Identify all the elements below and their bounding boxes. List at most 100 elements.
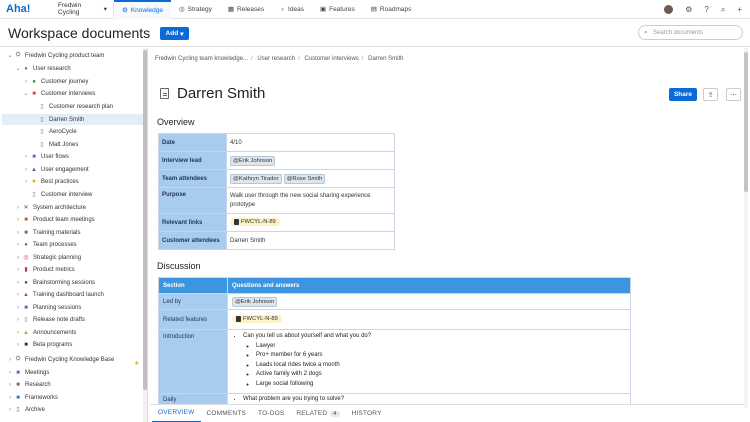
sidebar-item[interactable]: ›■Frameworks <box>0 392 143 403</box>
chevron-right-icon[interactable]: › <box>14 230 22 236</box>
tab-related[interactable]: RELATED 4 <box>290 405 345 422</box>
workspace-select[interactable]: Fredwin Cycling ▾ <box>52 2 114 17</box>
search-documents-input[interactable]: ⌕ Search documents <box>638 25 743 40</box>
breadcrumb-item[interactable]: Fredwin Cycling team knowledge... <box>155 56 248 62</box>
sidebar-item[interactable]: ⌄⛭Fredwin Cycling product team <box>0 50 143 61</box>
table-cell[interactable]: @Kathryn Tirador@Rose Smith <box>227 170 395 188</box>
sidebar-item[interactable]: ›■Meetings <box>0 367 143 378</box>
chevron-right-icon[interactable]: › <box>6 370 14 376</box>
sidebar-item[interactable]: ⌄●User research <box>0 63 143 74</box>
sidebar-item[interactable]: ›■Product team meetings <box>0 214 143 225</box>
chevron-right-icon[interactable]: › <box>6 407 14 413</box>
sidebar-item[interactable]: ›▲Training dashboard launch <box>0 289 143 300</box>
tab-roadmaps[interactable]: ▤ Roadmaps <box>363 0 420 19</box>
sidebar-scrollbar[interactable] <box>143 48 147 422</box>
chevron-right-icon[interactable]: › <box>14 242 22 248</box>
tab-strategy[interactable]: ◎ Strategy <box>171 0 220 19</box>
user-mention[interactable]: @Erik Johnson <box>232 297 277 307</box>
chevron-right-icon[interactable]: › <box>6 357 14 363</box>
tab-todos[interactable]: TO-DOS <box>252 405 290 422</box>
chevron-right-icon[interactable]: › <box>6 382 14 388</box>
sidebar-item[interactable]: ›▲User engagement <box>0 164 143 175</box>
chevron-right-icon[interactable]: › <box>22 154 30 160</box>
sidebar-item[interactable]: ›■User flows <box>0 151 143 162</box>
sidebar-item[interactable]: ›▯Archive <box>0 404 143 415</box>
aha-logo[interactable]: Aha! <box>6 3 48 15</box>
sidebar-item[interactable]: ›◎Strategic planning <box>0 252 143 263</box>
sidebar-item[interactable]: ›●Team processes <box>0 239 143 250</box>
chevron-down-icon[interactable]: ⌄ <box>14 65 22 72</box>
chevron-right-icon[interactable]: › <box>14 292 22 298</box>
sidebar-item[interactable]: ›▲Announcements <box>0 327 143 338</box>
share-button[interactable]: Share <box>669 88 697 101</box>
sidebar-item[interactable]: ▯Customer research plan <box>0 101 143 112</box>
tab-ideas[interactable]: ♁ Ideas <box>272 0 312 19</box>
search-icon[interactable]: ⌕ <box>721 5 725 15</box>
tab-history[interactable]: HISTORY <box>346 405 388 422</box>
plus-icon[interactable]: + <box>737 5 742 14</box>
avatar[interactable] <box>664 5 673 14</box>
table-cell[interactable]: Darren Smith <box>227 232 395 250</box>
chevron-right-icon[interactable]: › <box>14 267 22 273</box>
sidebar-item[interactable]: ›▮Product metrics <box>0 264 143 275</box>
breadcrumb-item[interactable]: Customer interviews <box>304 56 358 62</box>
chevron-right-icon[interactable]: › <box>14 280 22 286</box>
sidebar-item[interactable]: ›■Training materials <box>0 227 143 238</box>
feature-link[interactable]: FWCYL-N-89 <box>232 315 282 323</box>
favorite-star-icon[interactable]: ★ <box>134 360 139 367</box>
sidebar-item[interactable]: ⌄■Customer interviews <box>0 88 143 99</box>
table-cell[interactable]: FWCYL-N-89 <box>227 214 395 232</box>
chevron-right-icon[interactable]: › <box>6 395 14 401</box>
chevron-right-icon[interactable]: › <box>14 255 22 261</box>
chevron-right-icon[interactable]: › <box>14 205 22 211</box>
sidebar-item[interactable]: ▯Customer interview <box>0 189 143 200</box>
sidebar-item[interactable]: ›■Research <box>0 379 143 390</box>
tab-features[interactable]: ▣ Features <box>312 0 363 19</box>
tab-comments[interactable]: COMMENTS <box>201 405 253 422</box>
chevron-down-icon[interactable]: ⌄ <box>22 90 30 97</box>
sidebar-item[interactable]: ›★Best practices <box>0 176 143 187</box>
sidebar-item[interactable]: ▯Matt Jones <box>0 139 143 150</box>
add-button[interactable]: Add ▾ <box>160 27 189 40</box>
table-cell[interactable]: FWCYL-N-89 <box>228 310 631 330</box>
sidebar-item-label: Brainstorming sessions <box>33 280 95 286</box>
breadcrumb-item[interactable]: User research <box>257 56 295 62</box>
table-cell[interactable]: @Erik Johnson <box>227 152 395 170</box>
chevron-right-icon[interactable]: › <box>14 330 22 336</box>
chevron-right-icon[interactable]: › <box>14 342 22 348</box>
user-mention[interactable]: @Erik Johnson <box>230 156 275 166</box>
sidebar-item[interactable]: ›▯Release note drafts <box>0 314 143 325</box>
gear-icon[interactable]: ⚙ <box>685 5 692 14</box>
sidebar-item[interactable]: ▯AeroCycle <box>0 126 143 137</box>
chevron-down-icon[interactable]: ⌄ <box>6 52 14 59</box>
chevron-right-icon[interactable]: › <box>14 217 22 223</box>
chevron-right-icon[interactable]: › <box>14 305 22 311</box>
sidebar-item[interactable]: ›■Beta programs <box>0 339 143 350</box>
sidebar-item[interactable]: ›●Customer journey <box>0 76 143 87</box>
sidebar-item[interactable]: ›●Brainstorming sessions <box>0 277 143 288</box>
user-mention[interactable]: @Rose Smith <box>284 174 326 184</box>
feature-link[interactable]: FWCYL-N-89 <box>230 218 280 226</box>
document-scrollbar[interactable] <box>744 48 748 408</box>
more-options-icon[interactable]: ⋯ <box>726 88 741 101</box>
sidebar-item[interactable]: ›■Planning sessions <box>0 302 143 313</box>
user-mention[interactable]: @Kathryn Tirador <box>230 174 282 184</box>
table-cell[interactable]: Walk user through the new social sharing… <box>227 188 395 214</box>
tab-overview[interactable]: OVERVIEW <box>152 405 201 422</box>
chevron-right-icon[interactable]: › <box>14 317 22 323</box>
chevron-right-icon[interactable]: › <box>22 79 30 85</box>
document-title[interactable]: Darren Smith <box>177 85 265 102</box>
folder-icon: ▲ <box>22 329 30 336</box>
export-icon[interactable]: ⇪ <box>703 88 718 101</box>
tab-knowledge[interactable]: ⚙ Knowledge <box>114 0 171 19</box>
table-cell[interactable]: Can you tell us about yourself and what … <box>228 330 631 394</box>
table-cell[interactable]: @Erik Johnson <box>228 294 631 310</box>
chevron-right-icon[interactable]: › <box>22 167 30 173</box>
sidebar-item[interactable]: ›⛭Fredwin Cycling Knowledge Base <box>0 354 143 365</box>
help-icon[interactable]: ? <box>704 5 708 14</box>
sidebar-item[interactable]: ›✕System architecture <box>0 202 143 213</box>
chevron-right-icon[interactable]: › <box>22 179 30 185</box>
sidebar-item[interactable]: ▯Darren Smith <box>2 114 143 125</box>
tab-releases[interactable]: ▦ Releases <box>220 0 272 19</box>
table-cell[interactable]: 4/10 <box>227 134 395 152</box>
